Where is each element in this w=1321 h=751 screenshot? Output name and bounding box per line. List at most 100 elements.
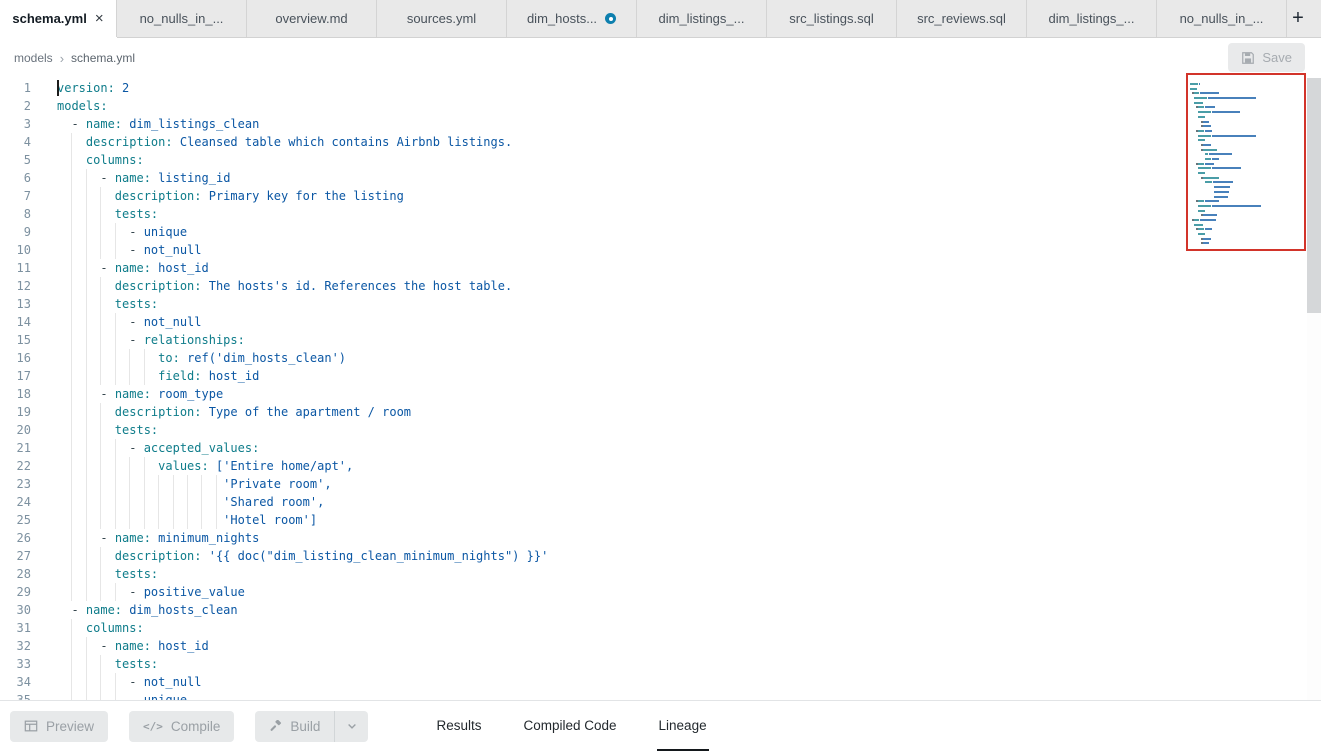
- build-label: Build: [290, 719, 320, 734]
- tab-label: no_nulls_in_...: [1180, 11, 1264, 26]
- preview-label: Preview: [46, 719, 94, 734]
- build-button[interactable]: Build: [255, 711, 334, 742]
- modified-indicator-icon: [605, 13, 616, 24]
- minimap-line: [1190, 205, 1306, 207]
- editor-tab-no-nulls-in[interactable]: no_nulls_in_...: [1157, 0, 1287, 37]
- minimap-line: [1190, 219, 1306, 221]
- tab-label: dim_hosts...: [527, 11, 597, 26]
- line-number: 28: [0, 565, 31, 583]
- code-line: description: Cleansed table which contai…: [57, 133, 1181, 151]
- code-line: tests:: [57, 205, 1181, 223]
- minimap-line: [1190, 139, 1306, 141]
- minimap-line: [1190, 153, 1306, 155]
- line-number: 27: [0, 547, 31, 565]
- compile-button[interactable]: </> Compile: [129, 711, 234, 742]
- new-tab-button[interactable]: +: [1285, 5, 1311, 31]
- code-line: version: 2: [57, 79, 1181, 97]
- line-number: 24: [0, 493, 31, 511]
- save-label: Save: [1262, 50, 1292, 65]
- preview-icon: [24, 719, 38, 733]
- bottom-tabs: Results Compiled Code Lineage: [415, 701, 727, 751]
- minimap-line: [1190, 224, 1306, 226]
- code-line: - not_null: [57, 241, 1181, 259]
- minimap[interactable]: [1186, 78, 1306, 700]
- code-line: to: ref('dim_hosts_clean'): [57, 349, 1181, 367]
- tab-label: schema.yml: [12, 11, 86, 26]
- minimap-line: [1190, 106, 1306, 108]
- editor-tab-src-reviews-sql[interactable]: src_reviews.sql: [897, 0, 1027, 37]
- code-line: - not_null: [57, 313, 1181, 331]
- panel-tab-lineage[interactable]: Lineage: [657, 701, 709, 751]
- compile-label: Compile: [171, 719, 221, 734]
- breadcrumb-file: schema.yml: [71, 51, 135, 65]
- scrollbar[interactable]: [1307, 78, 1321, 700]
- editor-tab-overview-md[interactable]: overview.md: [247, 0, 377, 37]
- line-number: 18: [0, 385, 31, 403]
- line-number: 32: [0, 637, 31, 655]
- code-line: - name: dim_listings_clean: [57, 115, 1181, 133]
- editor-tab-src-listings-sql[interactable]: src_listings.sql: [767, 0, 897, 37]
- code-line: tests:: [57, 565, 1181, 583]
- code-line: 'Private room',: [57, 475, 1181, 493]
- line-number: 30: [0, 601, 31, 619]
- minimap-content: [1186, 78, 1306, 244]
- breadcrumb-separator-icon: ›: [60, 51, 64, 66]
- editor-tab-dim-listings[interactable]: dim_listings_...: [1027, 0, 1157, 37]
- minimap-line: [1190, 181, 1306, 183]
- minimap-line: [1190, 242, 1306, 244]
- tab-label: overview.md: [275, 11, 347, 26]
- code-editor[interactable]: 1234567891011121314151617181920212223242…: [0, 78, 1321, 700]
- editor-tab-bar: schema.yml × no_nulls_in_... overview.md sou…: [0, 0, 1321, 38]
- panel-tab-compiled-code[interactable]: Compiled Code: [521, 701, 618, 751]
- line-number: 8: [0, 205, 31, 223]
- code-line: - relationships:: [57, 331, 1181, 349]
- code-lines: version: 2models: - name: dim_listings_c…: [57, 79, 1181, 700]
- compile-icon: </>: [143, 720, 163, 733]
- code-line: - not_null: [57, 673, 1181, 691]
- save-button[interactable]: Save: [1228, 43, 1305, 72]
- text-cursor: [57, 80, 59, 96]
- code-line: - positive_value: [57, 583, 1181, 601]
- code-line: description: Primary key for the listing: [57, 187, 1181, 205]
- build-icon: [269, 720, 282, 733]
- code-line: columns:: [57, 151, 1181, 169]
- tab-label: dim_listings_...: [1049, 11, 1135, 26]
- minimap-line: [1190, 121, 1306, 123]
- tab-label: src_listings.sql: [789, 11, 874, 26]
- save-icon: [1241, 51, 1255, 65]
- minimap-line: [1190, 172, 1306, 174]
- editor-tab-schema-yml[interactable]: schema.yml ×: [0, 0, 117, 37]
- code-line: - accepted_values:: [57, 439, 1181, 457]
- minimap-line: [1190, 233, 1306, 235]
- editor-tab-dim-hosts[interactable]: dim_hosts...: [507, 0, 637, 37]
- minimap-line: [1190, 149, 1306, 151]
- line-number: 31: [0, 619, 31, 637]
- code-line: description: '{{ doc("dim_listing_clean_…: [57, 547, 1181, 565]
- minimap-line: [1190, 83, 1306, 85]
- preview-button[interactable]: Preview: [10, 711, 108, 742]
- line-number: 14: [0, 313, 31, 331]
- code-line: description: Type of the apartment / roo…: [57, 403, 1181, 421]
- panel-tab-results[interactable]: Results: [434, 701, 483, 751]
- editor-tab-sources-yml[interactable]: sources.yml: [377, 0, 507, 37]
- code-line: tests:: [57, 295, 1181, 313]
- line-number: 16: [0, 349, 31, 367]
- gutter: 1234567891011121314151617181920212223242…: [0, 79, 31, 700]
- line-number: 1: [0, 79, 31, 97]
- minimap-line: [1190, 125, 1306, 127]
- breadcrumb-folder[interactable]: models: [14, 51, 53, 65]
- code-line: - name: dim_hosts_clean: [57, 601, 1181, 619]
- code-line: field: host_id: [57, 367, 1181, 385]
- line-number: 22: [0, 457, 31, 475]
- bottom-action-bar: Preview </> Compile Build Results Compile…: [0, 700, 1321, 751]
- editor-tab-dim-listings[interactable]: dim_listings_...: [637, 0, 767, 37]
- scrollbar-thumb[interactable]: [1307, 78, 1321, 313]
- code-line: models:: [57, 97, 1181, 115]
- code-line: values: ['Entire home/apt',: [57, 457, 1181, 475]
- build-dropdown-button[interactable]: [334, 711, 368, 742]
- editor-tab-no-nulls-in[interactable]: no_nulls_in_...: [117, 0, 247, 37]
- code-line: description: The hosts's id. References …: [57, 277, 1181, 295]
- code-line: - unique: [57, 223, 1181, 241]
- line-number: 10: [0, 241, 31, 259]
- close-tab-icon[interactable]: ×: [95, 11, 104, 26]
